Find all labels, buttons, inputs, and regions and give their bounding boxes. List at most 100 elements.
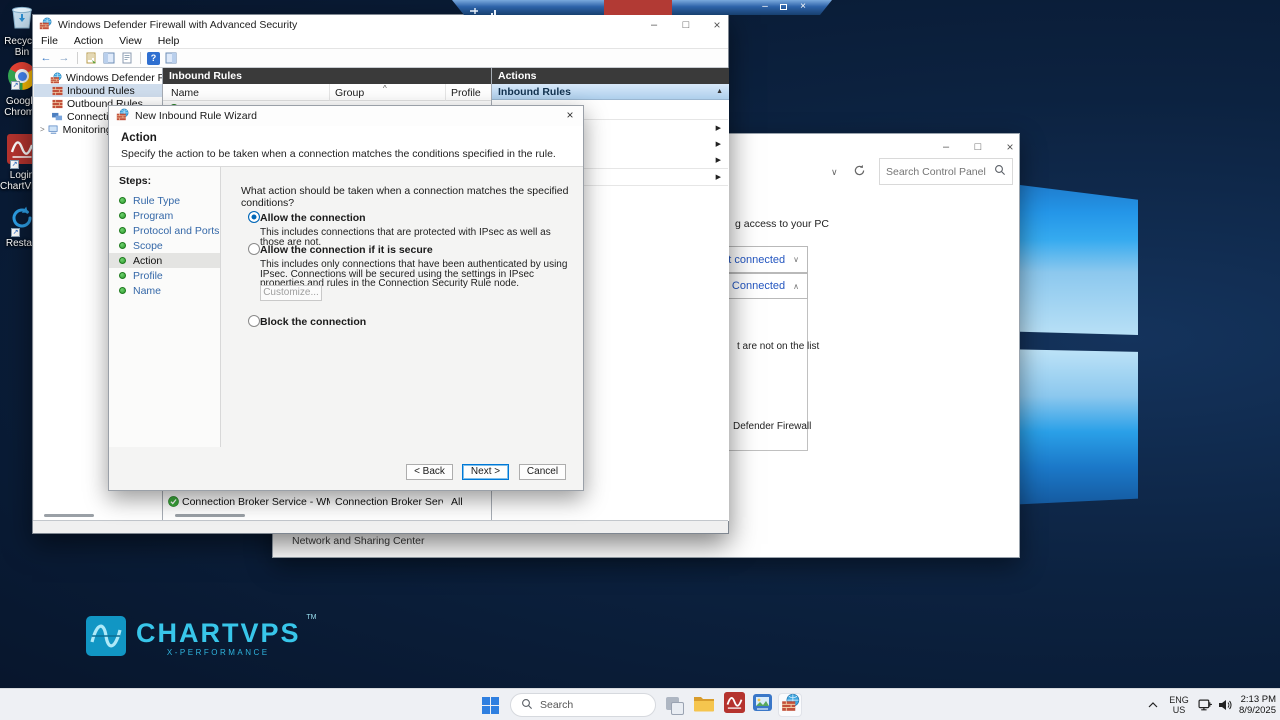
- taskbar-search-label: Search: [540, 699, 573, 711]
- cp-search-input[interactable]: [886, 166, 994, 178]
- folder-icon: [693, 694, 715, 717]
- clock[interactable]: 2:13 PM 8/9/2025: [1232, 694, 1276, 716]
- export-list-icon[interactable]: [84, 51, 98, 65]
- taskbar: Search ENG US 2:13 PM: [0, 688, 1280, 720]
- step-bullet-icon: [119, 212, 126, 219]
- panel-view-icon[interactable]: [164, 51, 178, 65]
- cp-close-button[interactable]: ×: [1001, 139, 1019, 155]
- wizard-header: Action Specify the action to be taken wh…: [109, 126, 583, 167]
- cp-minimize-button[interactable]: –: [937, 139, 955, 155]
- rdp-minimize-button[interactable]: –: [758, 1, 772, 13]
- list-hscrollbar[interactable]: [175, 514, 245, 517]
- tree-item-inbound-rules[interactable]: Inbound Rules: [34, 84, 162, 97]
- wizard-titlebar[interactable]: New Inbound Rule Wizard ×: [109, 106, 583, 126]
- new-inbound-rule-wizard: New Inbound Rule Wizard × Action Specify…: [108, 105, 584, 491]
- option-secure-label[interactable]: Allow the connection if it is secure: [260, 244, 433, 256]
- step-program[interactable]: Program: [109, 208, 220, 223]
- customize-button[interactable]: Customize...: [260, 285, 322, 301]
- rdp-close-button[interactable]: ×: [796, 1, 810, 13]
- tree-hscrollbar[interactable]: [44, 514, 94, 517]
- step-label: Program: [133, 210, 173, 222]
- properties-icon[interactable]: [120, 51, 134, 65]
- tree-root-firewall[interactable]: Windows Defender Firewall with: [34, 71, 162, 84]
- column-group[interactable]: Group: [335, 87, 364, 99]
- column-header-row: Name Group ^ Profile: [163, 84, 491, 101]
- back-button[interactable]: < Back: [406, 464, 453, 480]
- actions-inbound-rules-header[interactable]: Inbound Rules ▲: [492, 84, 729, 100]
- sort-ascending-icon: ^: [383, 84, 387, 93]
- firewall-titlebar[interactable]: Windows Defender Firewall with Advanced …: [33, 15, 728, 34]
- rule-profile: All: [451, 496, 463, 508]
- step-bullet-icon: [119, 272, 126, 279]
- menu-bar: File Action View Help: [33, 34, 728, 49]
- search-icon: [521, 698, 533, 713]
- rule-check-icon: [168, 496, 179, 510]
- menu-action[interactable]: Action: [66, 35, 111, 47]
- step-name[interactable]: Name: [109, 283, 220, 298]
- cp-maximize-button[interactable]: □: [969, 139, 987, 155]
- show-console-tree-icon[interactable]: [102, 51, 116, 65]
- cp-defender-firewall-text: Defender Firewall: [733, 421, 811, 432]
- radio-allow-if-secure[interactable]: [248, 243, 260, 255]
- step-protocol-and-ports[interactable]: Protocol and Ports: [109, 223, 220, 238]
- tray-time: 2:13 PM: [1232, 694, 1276, 705]
- radio-allow-connection[interactable]: [248, 211, 260, 223]
- start-button[interactable]: [478, 693, 502, 717]
- fw-maximize-button[interactable]: □: [677, 17, 695, 33]
- step-rule-type[interactable]: Rule Type: [109, 193, 220, 208]
- collapse-icon[interactable]: ▲: [716, 88, 723, 95]
- network-sharing-center-link[interactable]: Network and Sharing Center: [292, 535, 425, 547]
- desktop: – × Recycle Bin ↗ Google Chrome ↗ Login …: [0, 0, 1280, 720]
- submenu-arrow-icon: ▶: [716, 124, 721, 132]
- status-bar: [33, 520, 728, 533]
- address-dropdown-chevron-icon[interactable]: ∨: [831, 167, 838, 178]
- option-allow-label[interactable]: Allow the connection: [260, 212, 366, 224]
- steps-caption: Steps:: [109, 175, 220, 187]
- forward-icon[interactable]: →: [57, 51, 71, 65]
- task-view-button[interactable]: [662, 693, 686, 717]
- refresh-icon[interactable]: [853, 164, 866, 182]
- chartvps-app-button[interactable]: [722, 693, 746, 717]
- step-bullet-icon: [119, 197, 126, 204]
- step-action-current[interactable]: Action: [109, 253, 220, 268]
- radio-block-connection[interactable]: [248, 315, 260, 327]
- menu-file[interactable]: File: [33, 35, 66, 47]
- network-tray-icon[interactable]: [1196, 693, 1214, 717]
- fw-close-button[interactable]: ×: [708, 17, 726, 33]
- help-icon[interactable]: ?: [147, 52, 160, 65]
- column-profile[interactable]: Profile: [451, 87, 481, 99]
- menu-help[interactable]: Help: [150, 35, 188, 47]
- shortcut-arrow-icon: ↗: [10, 160, 19, 169]
- rule-name: Connection Broker Service - WMI (DCO...: [182, 496, 330, 508]
- next-button[interactable]: Next >: [462, 464, 509, 480]
- tray-date: 8/9/2025: [1232, 705, 1276, 716]
- rule-row[interactable]: Connection Broker Service - WMI (DCO... …: [163, 494, 491, 509]
- option-block-label[interactable]: Block the connection: [260, 316, 366, 328]
- chartvps-taskbar-icon: [724, 692, 745, 718]
- column-name[interactable]: Name: [171, 87, 199, 99]
- step-label: Name: [133, 285, 161, 297]
- shortcut-arrow-icon: ↗: [11, 228, 20, 237]
- file-explorer-button[interactable]: [692, 693, 716, 717]
- language-line2: US: [1166, 705, 1192, 715]
- tree-expander-icon[interactable]: >: [40, 125, 45, 134]
- rdp-connection-bar[interactable]: – ×: [452, 0, 832, 15]
- tray-overflow-chevron[interactable]: [1144, 693, 1162, 717]
- step-profile[interactable]: Profile: [109, 268, 220, 283]
- back-icon[interactable]: ←: [39, 51, 53, 65]
- taskbar-search[interactable]: Search: [510, 693, 656, 717]
- task-view-icon: [663, 694, 685, 716]
- menu-view[interactable]: View: [111, 35, 150, 47]
- language-indicator[interactable]: ENG US: [1166, 695, 1192, 719]
- firewall-app-button-active[interactable]: [778, 693, 802, 717]
- step-scope[interactable]: Scope: [109, 238, 220, 253]
- cancel-button[interactable]: Cancel: [519, 464, 566, 480]
- display-settings-button[interactable]: [750, 693, 774, 717]
- firewall-app-icon: [39, 17, 52, 33]
- rdp-restore-button[interactable]: [776, 1, 790, 14]
- wizard-close-button[interactable]: ×: [561, 108, 579, 122]
- search-icon[interactable]: [994, 163, 1006, 181]
- control-panel-search-box[interactable]: [879, 158, 1013, 185]
- chevron-up-icon: ∧: [793, 282, 799, 291]
- fw-minimize-button[interactable]: –: [645, 17, 663, 33]
